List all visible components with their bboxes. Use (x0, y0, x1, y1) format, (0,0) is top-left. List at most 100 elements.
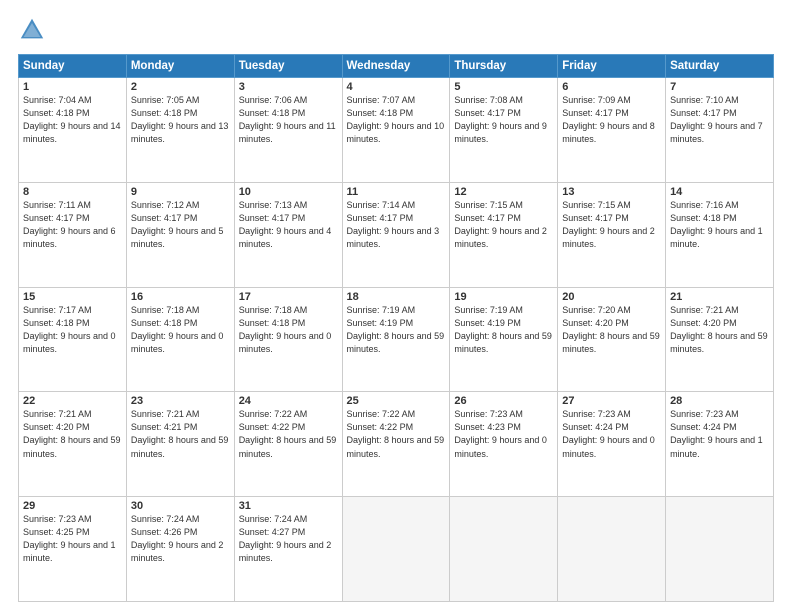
day-info: Sunrise: 7:23 AMSunset: 4:23 PMDaylight:… (454, 408, 553, 460)
col-monday: Monday (126, 55, 234, 78)
header (18, 16, 774, 44)
calendar-day-cell: 24Sunrise: 7:22 AMSunset: 4:22 PMDayligh… (234, 392, 342, 497)
day-number: 3 (239, 81, 338, 93)
day-number: 20 (562, 291, 661, 303)
day-info: Sunrise: 7:21 AMSunset: 4:20 PMDaylight:… (670, 304, 769, 356)
day-number: 16 (131, 291, 230, 303)
day-info: Sunrise: 7:12 AMSunset: 4:17 PMDaylight:… (131, 199, 230, 251)
calendar-day-cell: 22Sunrise: 7:21 AMSunset: 4:20 PMDayligh… (19, 392, 127, 497)
calendar-empty-cell (342, 497, 450, 602)
calendar-day-cell: 13Sunrise: 7:15 AMSunset: 4:17 PMDayligh… (558, 182, 666, 287)
calendar-day-cell: 5Sunrise: 7:08 AMSunset: 4:17 PMDaylight… (450, 78, 558, 183)
day-number: 24 (239, 395, 338, 407)
col-wednesday: Wednesday (342, 55, 450, 78)
calendar-day-cell: 12Sunrise: 7:15 AMSunset: 4:17 PMDayligh… (450, 182, 558, 287)
day-info: Sunrise: 7:05 AMSunset: 4:18 PMDaylight:… (131, 94, 230, 146)
day-number: 10 (239, 186, 338, 198)
page: Sunday Monday Tuesday Wednesday Thursday… (0, 0, 792, 612)
calendar-day-cell: 9Sunrise: 7:12 AMSunset: 4:17 PMDaylight… (126, 182, 234, 287)
day-number: 6 (562, 81, 661, 93)
day-info: Sunrise: 7:24 AMSunset: 4:26 PMDaylight:… (131, 513, 230, 565)
calendar-empty-cell (666, 497, 774, 602)
day-info: Sunrise: 7:22 AMSunset: 4:22 PMDaylight:… (347, 408, 446, 460)
calendar-day-cell: 28Sunrise: 7:23 AMSunset: 4:24 PMDayligh… (666, 392, 774, 497)
calendar-day-cell: 18Sunrise: 7:19 AMSunset: 4:19 PMDayligh… (342, 287, 450, 392)
day-number: 9 (131, 186, 230, 198)
day-info: Sunrise: 7:21 AMSunset: 4:20 PMDaylight:… (23, 408, 122, 460)
day-number: 8 (23, 186, 122, 198)
day-number: 23 (131, 395, 230, 407)
calendar-week-row: 22Sunrise: 7:21 AMSunset: 4:20 PMDayligh… (19, 392, 774, 497)
calendar-header-row: Sunday Monday Tuesday Wednesday Thursday… (19, 55, 774, 78)
calendar-day-cell: 17Sunrise: 7:18 AMSunset: 4:18 PMDayligh… (234, 287, 342, 392)
calendar-week-row: 1Sunrise: 7:04 AMSunset: 4:18 PMDaylight… (19, 78, 774, 183)
col-sunday: Sunday (19, 55, 127, 78)
calendar-day-cell: 6Sunrise: 7:09 AMSunset: 4:17 PMDaylight… (558, 78, 666, 183)
day-number: 1 (23, 81, 122, 93)
day-info: Sunrise: 7:04 AMSunset: 4:18 PMDaylight:… (23, 94, 122, 146)
day-info: Sunrise: 7:17 AMSunset: 4:18 PMDaylight:… (23, 304, 122, 356)
calendar-day-cell: 29Sunrise: 7:23 AMSunset: 4:25 PMDayligh… (19, 497, 127, 602)
calendar-day-cell: 10Sunrise: 7:13 AMSunset: 4:17 PMDayligh… (234, 182, 342, 287)
calendar-day-cell: 19Sunrise: 7:19 AMSunset: 4:19 PMDayligh… (450, 287, 558, 392)
calendar-day-cell: 27Sunrise: 7:23 AMSunset: 4:24 PMDayligh… (558, 392, 666, 497)
day-number: 22 (23, 395, 122, 407)
day-info: Sunrise: 7:23 AMSunset: 4:25 PMDaylight:… (23, 513, 122, 565)
day-number: 21 (670, 291, 769, 303)
calendar-day-cell: 11Sunrise: 7:14 AMSunset: 4:17 PMDayligh… (342, 182, 450, 287)
day-info: Sunrise: 7:19 AMSunset: 4:19 PMDaylight:… (454, 304, 553, 356)
day-info: Sunrise: 7:10 AMSunset: 4:17 PMDaylight:… (670, 94, 769, 146)
col-friday: Friday (558, 55, 666, 78)
day-number: 28 (670, 395, 769, 407)
calendar-day-cell: 3Sunrise: 7:06 AMSunset: 4:18 PMDaylight… (234, 78, 342, 183)
day-info: Sunrise: 7:08 AMSunset: 4:17 PMDaylight:… (454, 94, 553, 146)
day-number: 19 (454, 291, 553, 303)
calendar-day-cell: 2Sunrise: 7:05 AMSunset: 4:18 PMDaylight… (126, 78, 234, 183)
day-number: 26 (454, 395, 553, 407)
day-info: Sunrise: 7:20 AMSunset: 4:20 PMDaylight:… (562, 304, 661, 356)
calendar-day-cell: 15Sunrise: 7:17 AMSunset: 4:18 PMDayligh… (19, 287, 127, 392)
calendar-day-cell: 4Sunrise: 7:07 AMSunset: 4:18 PMDaylight… (342, 78, 450, 183)
day-info: Sunrise: 7:22 AMSunset: 4:22 PMDaylight:… (239, 408, 338, 460)
day-info: Sunrise: 7:24 AMSunset: 4:27 PMDaylight:… (239, 513, 338, 565)
day-number: 27 (562, 395, 661, 407)
day-number: 7 (670, 81, 769, 93)
calendar-day-cell: 31Sunrise: 7:24 AMSunset: 4:27 PMDayligh… (234, 497, 342, 602)
day-number: 13 (562, 186, 661, 198)
day-info: Sunrise: 7:09 AMSunset: 4:17 PMDaylight:… (562, 94, 661, 146)
day-info: Sunrise: 7:07 AMSunset: 4:18 PMDaylight:… (347, 94, 446, 146)
calendar-week-row: 15Sunrise: 7:17 AMSunset: 4:18 PMDayligh… (19, 287, 774, 392)
day-info: Sunrise: 7:13 AMSunset: 4:17 PMDaylight:… (239, 199, 338, 251)
calendar-day-cell: 23Sunrise: 7:21 AMSunset: 4:21 PMDayligh… (126, 392, 234, 497)
day-number: 18 (347, 291, 446, 303)
calendar-day-cell: 8Sunrise: 7:11 AMSunset: 4:17 PMDaylight… (19, 182, 127, 287)
day-info: Sunrise: 7:18 AMSunset: 4:18 PMDaylight:… (131, 304, 230, 356)
col-thursday: Thursday (450, 55, 558, 78)
day-info: Sunrise: 7:23 AMSunset: 4:24 PMDaylight:… (562, 408, 661, 460)
day-number: 12 (454, 186, 553, 198)
day-info: Sunrise: 7:19 AMSunset: 4:19 PMDaylight:… (347, 304, 446, 356)
day-info: Sunrise: 7:23 AMSunset: 4:24 PMDaylight:… (670, 408, 769, 460)
day-number: 17 (239, 291, 338, 303)
calendar-day-cell: 20Sunrise: 7:20 AMSunset: 4:20 PMDayligh… (558, 287, 666, 392)
day-number: 25 (347, 395, 446, 407)
day-info: Sunrise: 7:14 AMSunset: 4:17 PMDaylight:… (347, 199, 446, 251)
logo (18, 16, 50, 44)
calendar-week-row: 29Sunrise: 7:23 AMSunset: 4:25 PMDayligh… (19, 497, 774, 602)
calendar-empty-cell (558, 497, 666, 602)
day-number: 14 (670, 186, 769, 198)
day-info: Sunrise: 7:06 AMSunset: 4:18 PMDaylight:… (239, 94, 338, 146)
day-number: 29 (23, 500, 122, 512)
day-info: Sunrise: 7:16 AMSunset: 4:18 PMDaylight:… (670, 199, 769, 251)
day-number: 4 (347, 81, 446, 93)
day-info: Sunrise: 7:15 AMSunset: 4:17 PMDaylight:… (454, 199, 553, 251)
day-number: 11 (347, 186, 446, 198)
col-tuesday: Tuesday (234, 55, 342, 78)
calendar-empty-cell (450, 497, 558, 602)
calendar-day-cell: 7Sunrise: 7:10 AMSunset: 4:17 PMDaylight… (666, 78, 774, 183)
calendar-table: Sunday Monday Tuesday Wednesday Thursday… (18, 54, 774, 602)
calendar-day-cell: 1Sunrise: 7:04 AMSunset: 4:18 PMDaylight… (19, 78, 127, 183)
calendar-day-cell: 25Sunrise: 7:22 AMSunset: 4:22 PMDayligh… (342, 392, 450, 497)
col-saturday: Saturday (666, 55, 774, 78)
day-number: 2 (131, 81, 230, 93)
